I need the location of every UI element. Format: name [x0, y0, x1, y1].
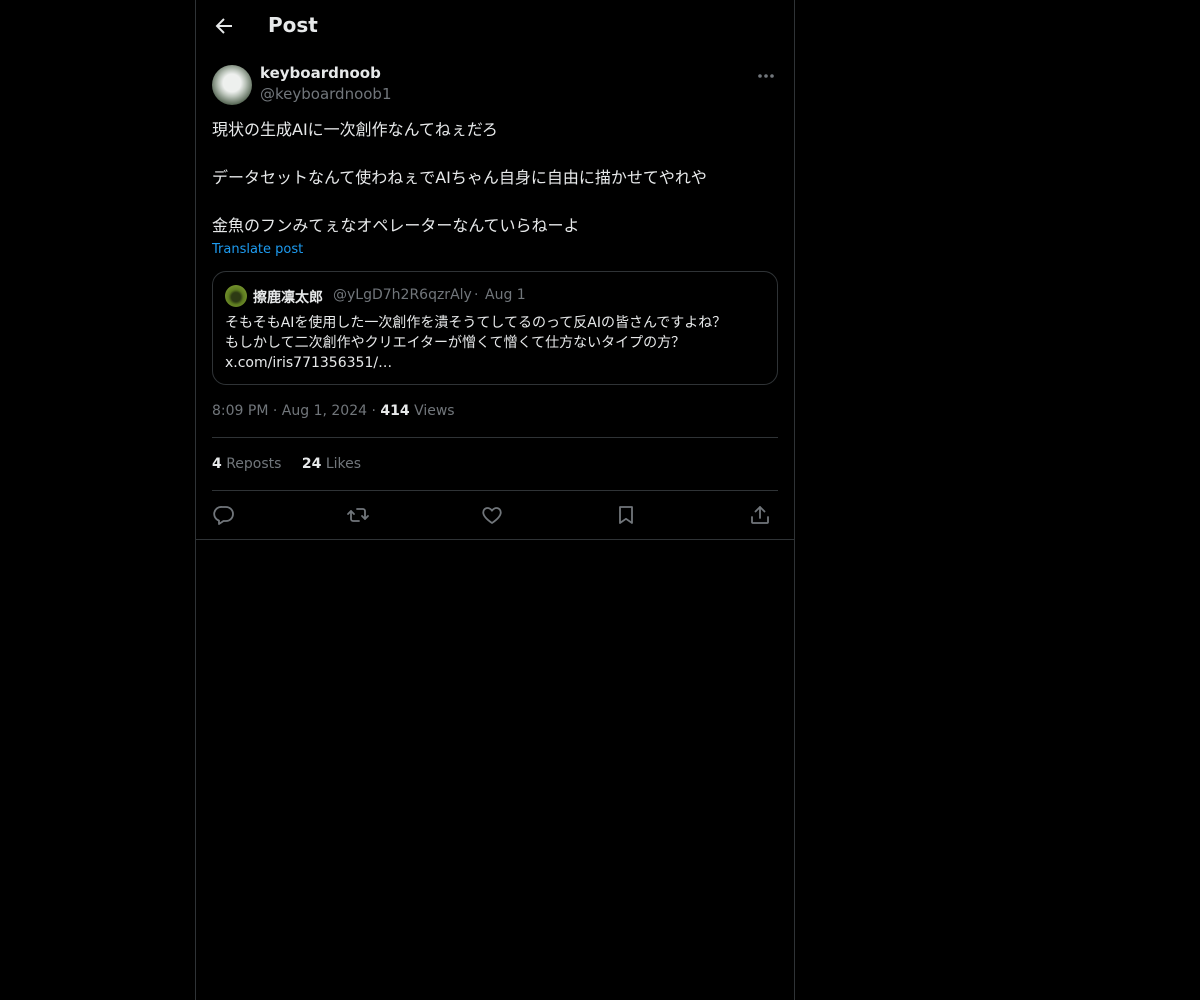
post-text-line: 現状の生成AIに一次創作なんてねぇだろ [212, 120, 498, 139]
quote-text: そもそもAIを使用した一次創作を潰そうてしてるのって反AIの皆さんですよね？ も… [225, 313, 770, 373]
quote-avatar [225, 285, 247, 307]
header: Post [196, 0, 794, 53]
share-icon[interactable] [748, 503, 772, 527]
likes-label: Likes [325, 456, 362, 472]
quote-text-line: もしかして二次創作やクリエイターが憎くて憎くて仕方ないタイプの方？ [225, 335, 686, 351]
quote-date: Aug 1 [485, 287, 526, 303]
post-date[interactable]: Aug 1, 2024 [282, 403, 367, 419]
page-title: Post [268, 13, 318, 37]
separator-dot: · [272, 403, 282, 419]
post-time[interactable]: 8:09 PM [212, 403, 268, 419]
post-meta: 8:09 PM · Aug 1, 2024 · 414 Views [212, 403, 455, 419]
likes-stat[interactable]: 24 Likes [302, 456, 361, 472]
engagement-stats: 4 Reposts 24 Likes [212, 456, 377, 472]
post-text-line: 金魚のフンみてぇなオペレーターなんていらねーよ [212, 216, 580, 235]
separator-dot: · [474, 287, 479, 303]
reposts-stat[interactable]: 4 Reposts [212, 456, 281, 472]
more-icon[interactable] [754, 66, 778, 86]
quote-author-handle: @yLgD7h2R6qzrAly [333, 287, 472, 303]
reposts-count: 4 [212, 456, 222, 472]
divider [212, 437, 778, 438]
post-text: 現状の生成AIに一次創作なんてねぇだろ データセットなんて使わねぇでAIちゃん自… [212, 118, 778, 238]
author-handle[interactable]: @keyboardnoob1 [260, 85, 392, 103]
avatar[interactable] [212, 65, 252, 105]
like-icon[interactable] [480, 503, 504, 527]
divider [212, 490, 778, 491]
views-label: Views [414, 403, 455, 419]
quoted-post[interactable]: 擦鹿凛太郎 @yLgD7h2R6qzrAly · Aug 1 そもそもAIを使用… [212, 271, 778, 385]
back-arrow-icon[interactable] [212, 14, 236, 38]
author-name[interactable]: keyboardnoob [260, 64, 381, 82]
quote-text-line: そもそもAIを使用した一次創作を潰そうてしてるのって反AIの皆さんですよね？ [225, 315, 727, 331]
post-text-line: データセットなんて使わねぇでAIちゃん自身に自由に描かせてやれや [212, 168, 707, 187]
divider [196, 539, 794, 540]
likes-count: 24 [301, 456, 322, 472]
reposts-label: Reposts [226, 456, 282, 472]
post-author: keyboardnoob @keyboardnoob1 [212, 64, 778, 108]
views-count: 414 [380, 403, 410, 419]
quote-link[interactable]: x.com/iris771356351/… [225, 353, 770, 373]
reply-icon[interactable] [212, 503, 236, 527]
quote-author-name: 擦鹿凛太郎 [253, 290, 323, 306]
translate-post-link[interactable]: Translate post [212, 242, 303, 257]
repost-icon[interactable] [346, 503, 370, 527]
post-column: Post keyboardnoob @keyboardnoob1 現状の生成AI… [195, 0, 795, 1000]
bookmark-icon[interactable] [614, 503, 638, 527]
action-bar [212, 503, 778, 527]
